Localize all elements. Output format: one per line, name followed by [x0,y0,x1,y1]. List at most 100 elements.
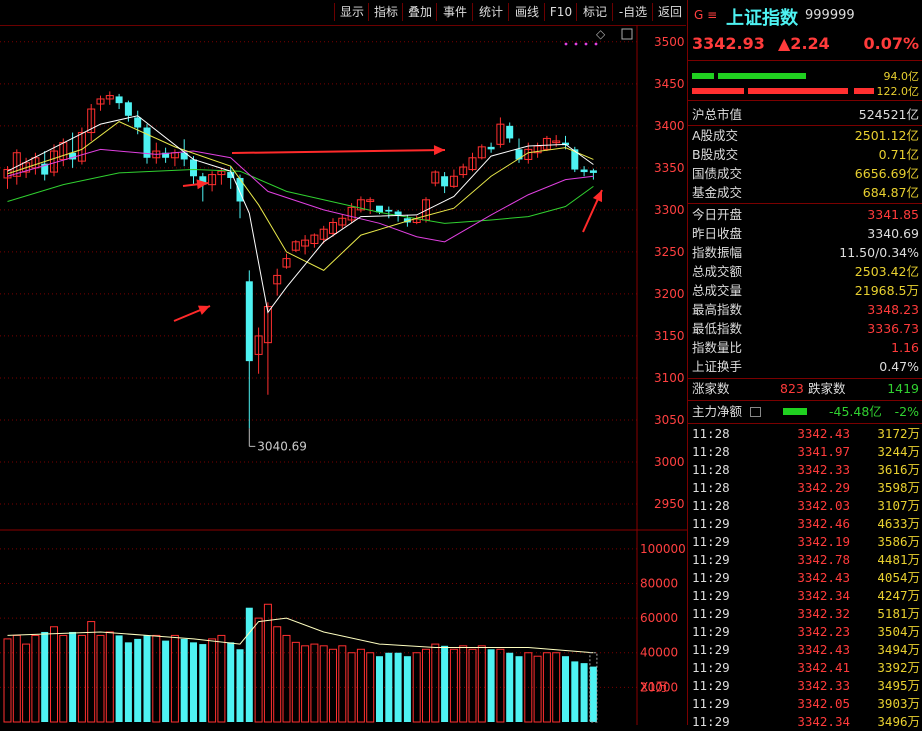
volume-bar [199,644,207,722]
toolbar-indicator-button[interactable]: 指标 [368,3,403,21]
candle-body [515,149,523,160]
volume-bar [273,626,282,723]
main-flow-row: 主力净额 -45.48亿 -2% [692,404,919,419]
kline-chart[interactable]: 3500 3450 3400 3350 3300 3250 3200 3150 3100 3050… [0,25,687,725]
volume-bar [217,634,226,723]
candle [236,174,244,219]
candle-body [441,176,449,187]
volume-tick-label: 60000 [640,611,678,625]
moving-average-lines [7,115,594,314]
volume-bar [134,638,142,722]
volume-bar [385,652,393,722]
stat-row: 总成交额 2503.42亿 [692,264,919,279]
tick-row: 11:29 3342.43 3494万 [692,642,920,657]
tick-row: 11:28 3341.97 3244万 [692,444,920,459]
prefix-icon: G ≡ [694,8,718,22]
volume-bar [449,648,458,723]
volume-bar [291,641,300,723]
volume-bar [115,635,123,722]
volume-bar [254,617,263,723]
volume-bar [236,649,244,722]
candle-body [580,169,588,173]
list-icon[interactable] [750,407,761,417]
volume-bar [515,656,523,722]
volume-bar [31,634,40,723]
candle [412,215,421,225]
volume-bar [533,655,542,723]
volume-bar [190,642,197,722]
volume-bar [301,645,310,723]
tick-row: 11:28 3342.33 3616万 [692,462,920,477]
ma20-line [7,148,594,243]
candle [468,152,477,172]
stat-row: 昨日收盘 3340.69 [692,226,919,241]
volume-unit-label: X1万 [640,680,668,694]
volume-bar [468,648,477,723]
volume-bar [12,634,21,723]
candle-body [115,96,123,104]
volume-bar [347,652,356,723]
toolbar-back-button[interactable]: 返回 [652,3,687,21]
candle [301,235,310,255]
volume-bar [3,638,12,723]
volume-bar [338,645,347,723]
volume-bar [105,631,114,723]
candle [319,225,328,244]
toolbar-overlay-button[interactable]: 叠加 [402,3,437,21]
volume-bar [403,656,411,722]
candle [291,240,300,252]
volume-bar [571,661,579,722]
flow-bar [783,408,807,415]
volume-bar [376,656,383,722]
candle [449,169,458,189]
volume-bar [59,634,68,723]
volume-bar [162,640,170,722]
tick-row: 11:28 3342.03 3107万 [692,498,920,513]
price-tick-label: 3050 [654,413,685,427]
volume-bar [506,652,514,722]
price-tick-label: 3500 [654,35,685,49]
candle [245,270,253,429]
tick-row: 11:28 3342.29 3598万 [692,480,920,495]
tick-row: 11:29 3342.46 4633万 [692,516,920,531]
legend-dots [564,42,598,46]
ma10-line [7,121,594,271]
toolbar-f10-button[interactable]: F10 [544,3,577,21]
candle [356,196,365,213]
volume-bar [477,645,486,723]
price-tick-label: 3300 [654,203,685,217]
candle [477,144,486,160]
toolbar-display-button[interactable]: 显示 [334,3,369,21]
tick-row: 11:29 3342.32 5181万 [692,606,920,621]
volume-bars [3,603,598,723]
volume-bar [441,645,449,722]
chart-toolbar: 显示 指标 叠加 事件 统计 画线 F10 标记 -自选 返回 [0,0,686,26]
volume-bar [50,626,58,723]
price-tick-label: 3400 [654,119,685,133]
candle-body [394,211,402,215]
candle [105,91,114,105]
volume-bar [208,638,217,723]
toolbar-watchlist-button[interactable]: -自选 [612,3,653,21]
volume-bar [562,656,569,722]
toolbar-draw-button[interactable]: 画线 [508,3,545,21]
diamond-icon[interactable]: ◇ [596,27,606,41]
toolbar-stats-button[interactable]: 统计 [472,3,509,21]
stat-row: 最高指数 3348.23 [692,302,919,317]
index-price: 3342.93 [692,34,765,53]
window-icon[interactable] [621,28,633,40]
volume-bar [180,638,188,722]
toolbar-mark-button[interactable]: 标记 [576,3,613,21]
toolbar-event-button[interactable]: 事件 [436,3,473,21]
tick-row: 11:29 3342.41 3392万 [692,660,920,675]
candle [542,135,551,152]
candle-body [385,209,393,212]
volume-bar [589,666,597,722]
candle [366,197,375,215]
candle [459,163,468,178]
candle [115,93,123,110]
candle [431,170,440,187]
price-tick-label: 3250 [654,245,685,259]
stat-row: 今日开盘 3341.85 [692,207,919,222]
candle [162,147,170,163]
